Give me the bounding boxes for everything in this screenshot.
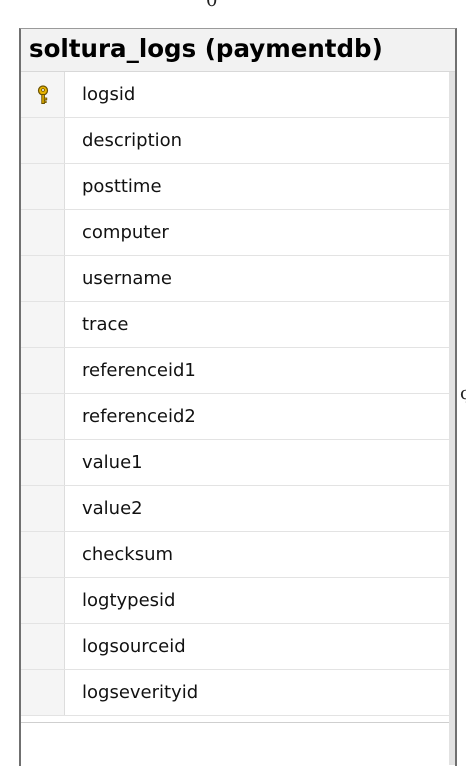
row-selector[interactable] [21, 440, 65, 485]
column-name: computer [82, 222, 169, 243]
column-row[interactable]: logsid [21, 72, 449, 118]
column-name: referenceid1 [82, 360, 196, 381]
row-selector[interactable] [21, 210, 65, 255]
column-name: checksum [82, 544, 174, 565]
row-selector[interactable] [21, 486, 65, 531]
column-row[interactable]: username [21, 256, 449, 302]
column-row[interactable]: computer [21, 210, 449, 256]
column-name: logseverityid [82, 682, 199, 703]
grid-bottom-divider [21, 722, 449, 723]
column-name: referenceid2 [82, 406, 196, 427]
row-selector[interactable] [21, 256, 65, 301]
column-name: trace [82, 314, 129, 335]
column-grid: logsid description posttime computer usernam… [21, 72, 449, 722]
connector-glyph-top: 0 [206, 0, 218, 11]
vertical-scrollbar[interactable] [449, 72, 455, 765]
diagram-canvas: 0 ς soltura_logs (paymentdb) logsid descr… [0, 0, 466, 766]
column-row[interactable]: trace [21, 302, 449, 348]
column-name: value2 [82, 498, 143, 519]
column-name: description [82, 130, 183, 151]
column-name: logtypesid [82, 590, 176, 611]
row-selector[interactable] [21, 532, 65, 577]
connector-glyph-side: ς [460, 383, 466, 404]
column-name: value1 [82, 452, 143, 473]
row-selector[interactable] [21, 118, 65, 163]
column-row[interactable]: logsourceid [21, 624, 449, 670]
key-icon [36, 84, 50, 105]
column-name: logsourceid [82, 636, 186, 657]
row-selector[interactable] [21, 302, 65, 347]
column-name: posttime [82, 176, 162, 197]
column-row[interactable]: logseverityid [21, 670, 449, 716]
column-row[interactable]: checksum [21, 532, 449, 578]
row-selector[interactable] [21, 670, 65, 715]
column-name: logsid [82, 84, 136, 105]
row-selector[interactable] [21, 348, 65, 393]
column-row[interactable]: referenceid1 [21, 348, 449, 394]
column-row[interactable]: logtypesid [21, 578, 449, 624]
row-selector[interactable] [21, 624, 65, 669]
column-row[interactable]: value1 [21, 440, 449, 486]
column-row[interactable]: value2 [21, 486, 449, 532]
row-selector[interactable] [21, 394, 65, 439]
row-selector[interactable] [21, 578, 65, 623]
row-selector[interactable] [21, 164, 65, 209]
column-row[interactable]: description [21, 118, 449, 164]
table-title[interactable]: soltura_logs (paymentdb) [21, 29, 455, 72]
column-row[interactable]: posttime [21, 164, 449, 210]
column-row[interactable]: referenceid2 [21, 394, 449, 440]
column-name: username [82, 268, 172, 289]
row-selector[interactable] [21, 72, 65, 117]
table-box[interactable]: soltura_logs (paymentdb) logsid descripti… [19, 28, 457, 766]
